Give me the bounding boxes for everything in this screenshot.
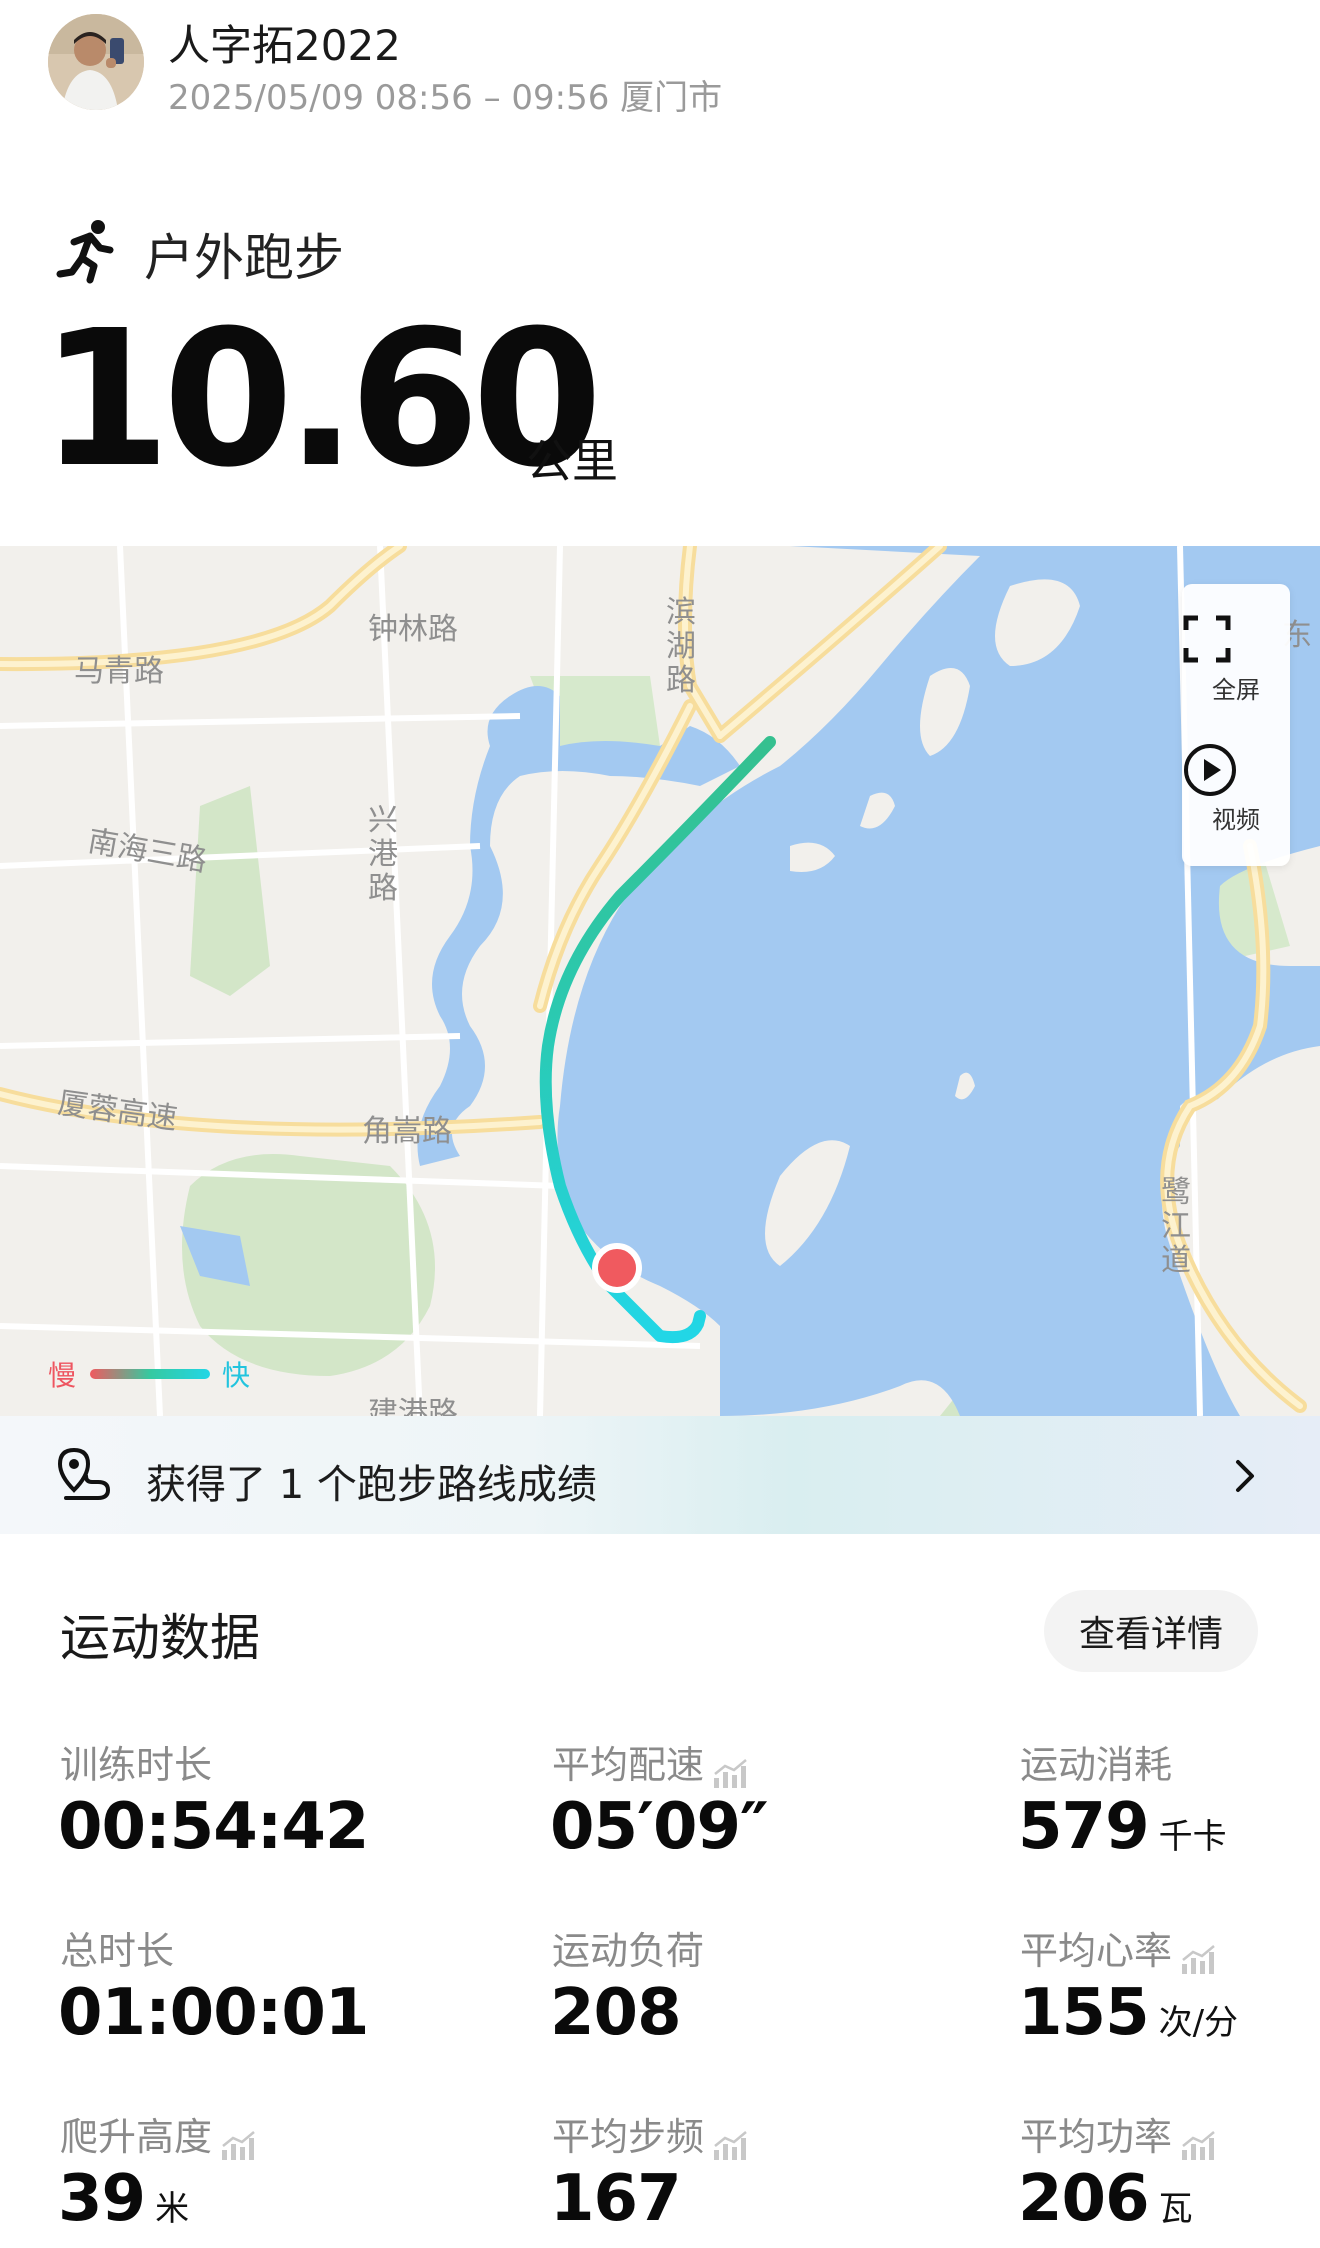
stat-label[interactable]: 平均配速 [552, 1734, 750, 1789]
stat-unit: 瓦 [1158, 2189, 1193, 2229]
stat-label[interactable]: 平均心率 [1020, 1920, 1218, 1975]
trend-chart-icon [712, 2125, 750, 2160]
start-marker [592, 1243, 642, 1293]
stat-value: 00:54:42 [58, 1790, 369, 1864]
stat-label[interactable]: 爬升高度 [60, 2106, 258, 2161]
map-label: 马青路 [74, 654, 164, 689]
distance-unit: 公里 [526, 434, 618, 488]
distance-value: 10.60 [40, 290, 603, 509]
video-button[interactable]: 视频 [1182, 742, 1290, 835]
trend-chart-icon [220, 2125, 258, 2160]
map-label: 建港路 [368, 1396, 458, 1416]
stat-label: 运动负荷 [552, 1929, 705, 1973]
map-label: 鹭江道 [1161, 1175, 1191, 1278]
stat-label: 运动消耗 [1020, 1743, 1173, 1787]
stat-label: 总时长 [60, 1929, 175, 1973]
trend-chart-icon [712, 1753, 750, 1788]
stat-unit: 千卡 [1158, 1817, 1227, 1857]
running-icon [54, 218, 118, 284]
fullscreen-button[interactable]: 全屏 [1182, 614, 1290, 705]
fullscreen-label: 全屏 [1212, 676, 1260, 704]
stat-value: 206 瓦 [1018, 2162, 1193, 2236]
sport-type: 户外跑步 [144, 229, 344, 287]
activity-time-location: 2025/05/09 08:56 – 09:56 厦门市 [168, 78, 723, 118]
stat-value: 01:00:01 [58, 1976, 369, 2050]
stat-value: 155 次/分 [1018, 1976, 1239, 2050]
achievement-text: 获得了 1 个跑步路线成绩 [146, 1462, 597, 1508]
route-map[interactable]: 钟林路 马青路 滨湖路 南海三路 兴港路 厦蓉高速 角嵩路 鹭江道 建港路 东 … [0, 546, 1320, 1416]
route-pin-icon [56, 1446, 112, 1506]
map-canvas [0, 546, 1320, 1416]
view-details-button[interactable]: 查看详情 [1044, 1590, 1258, 1672]
section-title: 运动数据 [60, 1609, 260, 1667]
stat-label: 训练时长 [60, 1743, 213, 1787]
stat-value: 208 [550, 1976, 682, 2050]
pace-legend-fast: 快 [222, 1359, 251, 1392]
trend-chart-icon [1180, 1939, 1218, 1974]
username: 人字拓2022 [168, 21, 401, 70]
chevron-right-icon[interactable] [1230, 1456, 1260, 1496]
map-label: 滨湖路 [666, 595, 696, 698]
stat-value: 167 [550, 2162, 682, 2236]
stat-label[interactable]: 平均步频 [552, 2106, 750, 2161]
stat-value: 05′09″ [550, 1790, 769, 1864]
fullscreen-icon [1183, 615, 1231, 663]
stat-unit: 米 [155, 2189, 190, 2229]
stat-value: 39 米 [58, 2162, 190, 2236]
map-controls: 全屏 视频 [1182, 584, 1290, 866]
pace-legend-bar [90, 1369, 210, 1379]
map-label: 兴港路 [368, 803, 398, 906]
pace-legend-slow: 慢 [48, 1359, 77, 1392]
play-icon [1184, 744, 1236, 796]
stat-unit: 次/分 [1158, 2003, 1239, 2043]
video-label: 视频 [1212, 806, 1260, 834]
map-label: 角嵩路 [362, 1114, 452, 1149]
avatar[interactable] [48, 14, 144, 110]
trend-chart-icon [1180, 2125, 1218, 2160]
map-label: 钟林路 [368, 612, 458, 647]
stat-value: 579 千卡 [1018, 1790, 1227, 1864]
stat-label[interactable]: 平均功率 [1020, 2106, 1218, 2161]
